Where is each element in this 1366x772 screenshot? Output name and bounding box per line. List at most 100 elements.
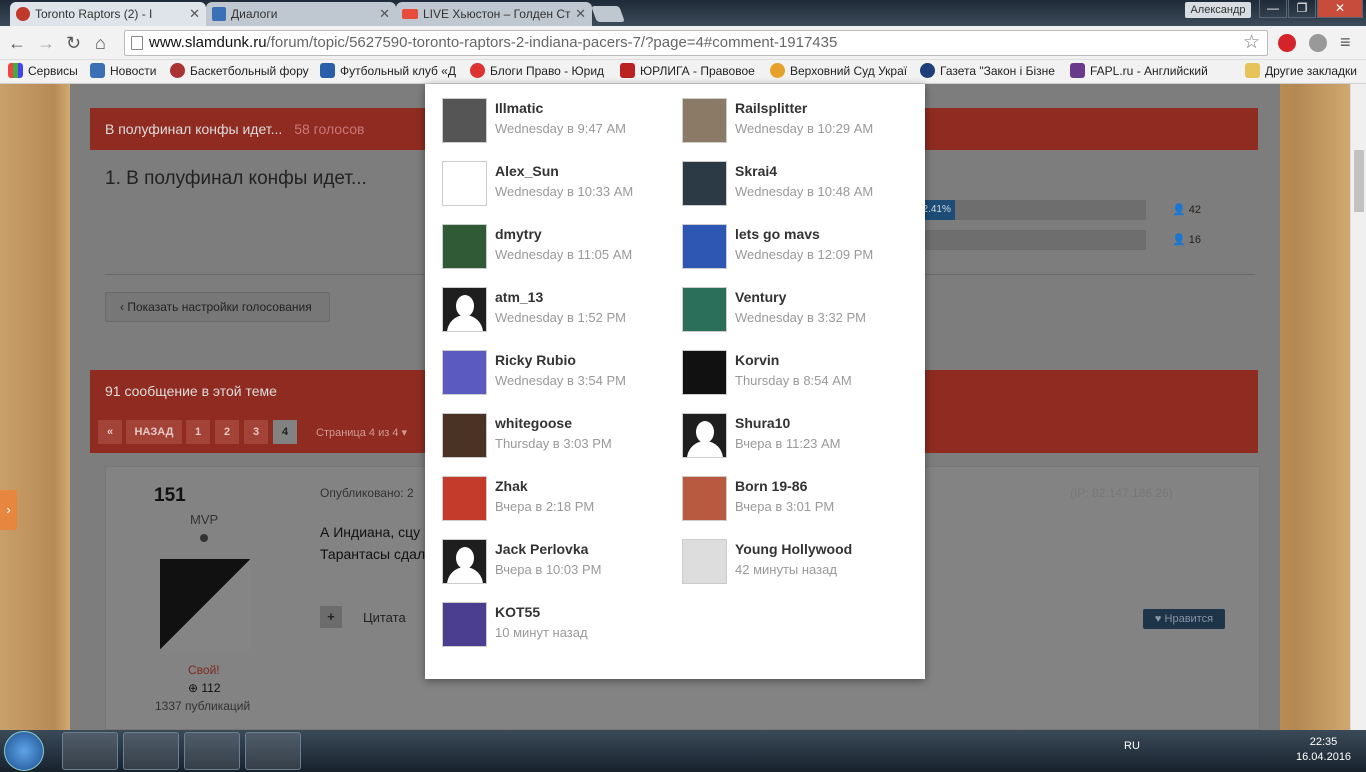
liker-name[interactable]: Ricky Rubio (495, 352, 576, 368)
explorer-taskbar-icon[interactable] (62, 732, 118, 770)
liker-avatar[interactable] (442, 413, 487, 458)
liker-avatar[interactable] (682, 224, 727, 269)
app-taskbar-icon[interactable] (245, 732, 301, 770)
liker-item[interactable]: Illmatic Wednesday в 9:47 AM (442, 98, 672, 148)
page-scrollbar[interactable] (1350, 84, 1366, 730)
bookmark-fapl[interactable]: FAPL.ru - Английский (1070, 63, 1208, 78)
liker-name[interactable]: Zhak (495, 478, 528, 494)
language-indicator[interactable]: RU (1124, 740, 1140, 752)
liker-item[interactable]: Young Hollywood 42 минуты назад (682, 539, 912, 589)
bookmark-yurliga[interactable]: ЮРЛИГА - Правовое (620, 63, 755, 78)
liker-name[interactable]: Skrai4 (735, 163, 777, 179)
liker-avatar[interactable] (682, 287, 727, 332)
liker-name[interactable]: Shura10 (735, 415, 790, 431)
page-3-button[interactable]: 3 (244, 420, 268, 444)
liker-item[interactable]: atm_13 Wednesday в 1:52 PM (442, 287, 672, 337)
opera-extension-icon[interactable] (1278, 34, 1296, 52)
page-info-dropdown[interactable]: Страница 4 из 4 ▾ (316, 426, 407, 439)
maximize-window-icon[interactable]: ❐ (1288, 0, 1316, 18)
like-button[interactable]: ♥ Нравится (1143, 609, 1225, 629)
liker-name[interactable]: Railsplitter (735, 100, 807, 116)
liker-item[interactable]: Jack Perlovka Вчера в 10:03 PM (442, 539, 672, 589)
chrome-taskbar-icon[interactable] (184, 732, 240, 770)
liker-avatar[interactable] (442, 98, 487, 143)
liker-name[interactable]: Jack Perlovka (495, 541, 588, 557)
bookmark-court[interactable]: Верховний Суд Украї (770, 63, 907, 78)
bookmark-football[interactable]: Футбольный клуб «Д (320, 63, 456, 78)
side-panel-toggle-icon[interactable]: › (0, 490, 17, 530)
author-avatar[interactable] (160, 559, 250, 649)
page-1-button[interactable]: 1 (186, 420, 210, 444)
show-poll-settings-button[interactable]: ‹ Показать настройки голосования (105, 292, 330, 322)
liker-avatar[interactable] (682, 539, 727, 584)
block-extension-icon[interactable] (1309, 34, 1327, 52)
liker-item[interactable]: Ventury Wednesday в 3:32 PM (682, 287, 912, 337)
bookmark-news[interactable]: Новости (90, 63, 156, 78)
liker-name[interactable]: Korvin (735, 352, 779, 368)
liker-name[interactable]: dmytry (495, 226, 542, 242)
liker-item[interactable]: Shura10 Вчера в 11:23 AM (682, 413, 912, 463)
page-4-button[interactable]: 4 (273, 420, 297, 444)
bookmark-blogs[interactable]: Блоги Право - Юрид (470, 63, 604, 78)
liker-avatar[interactable] (682, 98, 727, 143)
liker-name[interactable]: Alex_Sun (495, 163, 559, 179)
scrollbar-thumb[interactable] (1354, 150, 1364, 212)
profile-button[interactable]: Александр (1185, 2, 1251, 18)
liker-item[interactable]: Born 19-86 Вчера в 3:01 PM (682, 476, 912, 526)
new-tab-button[interactable] (591, 6, 625, 22)
liker-item[interactable]: Zhak Вчера в 2:18 PM (442, 476, 672, 526)
liker-item[interactable]: KOT55 10 минут назад (442, 602, 672, 652)
page-2-button[interactable]: 2 (215, 420, 239, 444)
liker-avatar[interactable] (442, 539, 487, 584)
liker-name[interactable]: Young Hollywood (735, 541, 852, 557)
liker-item[interactable]: Korvin Thursday в 8:54 AM (682, 350, 912, 400)
liker-name[interactable]: Born 19-86 (735, 478, 807, 494)
browser-tab-active[interactable]: Toronto Raptors (2) - I ✕ (10, 2, 206, 26)
skype-taskbar-icon[interactable] (123, 732, 179, 770)
liker-item[interactable]: Alex_Sun Wednesday в 10:33 AM (442, 161, 672, 211)
close-tab-icon[interactable]: ✕ (379, 6, 390, 22)
system-clock[interactable]: 22:35 16.04.2016 (1296, 735, 1351, 765)
liker-item[interactable]: Railsplitter Wednesday в 10:29 AM (682, 98, 912, 148)
liker-avatar[interactable] (442, 287, 487, 332)
prev-page-button[interactable]: НАЗАД (126, 420, 182, 444)
liker-name[interactable]: KOT55 (495, 604, 540, 620)
multiquote-plus-button[interactable]: + (320, 606, 342, 628)
close-tab-icon[interactable]: ✕ (575, 6, 586, 22)
liker-name[interactable]: Ventury (735, 289, 786, 305)
liker-avatar[interactable] (682, 476, 727, 521)
bookmark-basketball[interactable]: Баскетбольный фору (170, 63, 309, 78)
close-tab-icon[interactable]: ✕ (189, 6, 200, 22)
home-icon[interactable]: ⌂ (95, 33, 106, 53)
menu-icon[interactable]: ≡ (1340, 32, 1351, 52)
reload-icon[interactable]: ↻ (66, 33, 81, 53)
start-button-icon[interactable] (4, 731, 44, 771)
liker-avatar[interactable] (442, 161, 487, 206)
liker-name[interactable]: whitegoose (495, 415, 572, 431)
liker-item[interactable]: Skrai4 Wednesday в 10:48 AM (682, 161, 912, 211)
liker-avatar[interactable] (682, 161, 727, 206)
browser-tab-dialogs[interactable]: Диалоги ✕ (206, 2, 396, 26)
liker-avatar[interactable] (442, 476, 487, 521)
liker-name[interactable]: Illmatic (495, 100, 543, 116)
liker-name[interactable]: lets go mavs (735, 226, 820, 242)
forward-arrow-icon[interactable]: → (37, 33, 55, 53)
bookmark-newspaper[interactable]: Газета "Закон і Бізне (920, 63, 1055, 78)
liker-avatar[interactable] (442, 602, 487, 647)
liker-item[interactable]: dmytry Wednesday в 11:05 AM (442, 224, 672, 274)
liker-item[interactable]: whitegoose Thursday в 3:03 PM (442, 413, 672, 463)
bookmark-services[interactable]: Сервисы (8, 63, 78, 78)
liker-name[interactable]: atm_13 (495, 289, 543, 305)
bookmark-other[interactable]: Другие закладки (1245, 63, 1357, 78)
address-bar[interactable]: www.slamdunk.ru/forum/topic/5627590-toro… (124, 30, 1268, 56)
liker-avatar[interactable] (442, 224, 487, 269)
back-arrow-icon[interactable]: ← (8, 33, 26, 53)
browser-tab-live[interactable]: LIVE Хьюстон – Голден Стэйт ✕ (396, 2, 592, 26)
quote-button[interactable]: Цитата (363, 610, 406, 625)
bookmark-star-icon[interactable]: ☆ (1243, 31, 1260, 54)
minimize-window-icon[interactable]: — (1259, 0, 1287, 18)
liker-avatar[interactable] (442, 350, 487, 395)
liker-item[interactable]: Ricky Rubio Wednesday в 3:54 PM (442, 350, 672, 400)
close-window-icon[interactable]: ✕ (1317, 0, 1363, 18)
liker-item[interactable]: lets go mavs Wednesday в 12:09 PM (682, 224, 912, 274)
